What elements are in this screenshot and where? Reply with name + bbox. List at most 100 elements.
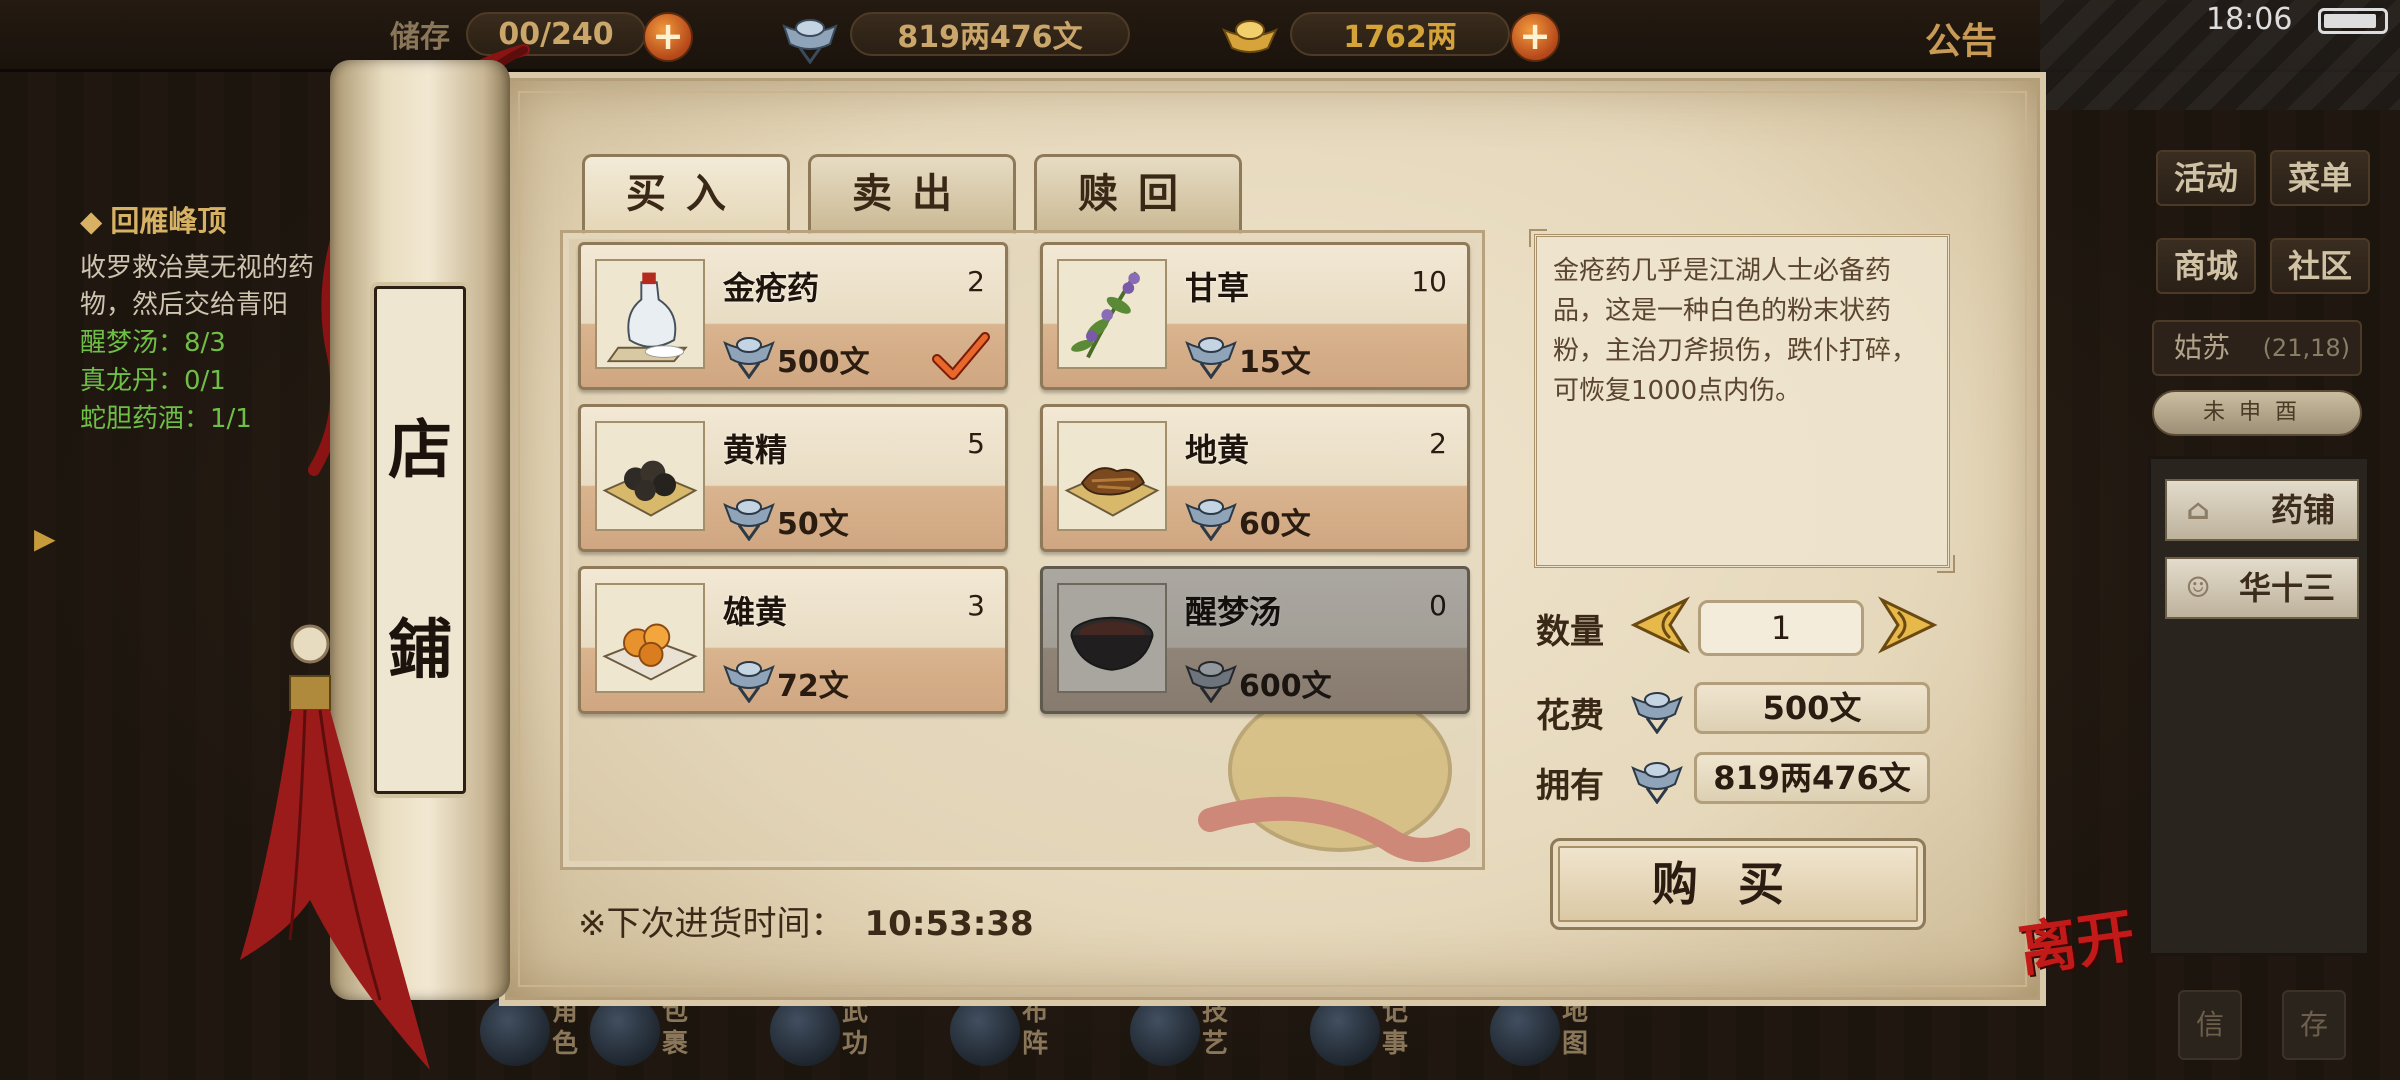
owned-label: 拥有 [1536, 766, 1604, 806]
item-count: 2 [967, 265, 985, 298]
mall-button[interactable]: 商城 [2156, 238, 2256, 294]
decrease-arrow-icon[interactable] [1626, 592, 1692, 658]
item-price: 600文 [1239, 669, 1332, 704]
community-button[interactable]: 社区 [2270, 238, 2370, 294]
item-name: 黄精 [723, 431, 788, 469]
nav-character[interactable]: 角色 [480, 992, 600, 1072]
nav-label: 布阵 [1022, 997, 1049, 1059]
cost-value: 500文 [1694, 682, 1930, 734]
silver-ingot-icon [723, 661, 775, 703]
shop-item[interactable]: 地黄 2 60文 [1040, 404, 1470, 552]
tassel-icon [240, 624, 430, 1070]
quantity-input[interactable]: 1 [1698, 600, 1864, 656]
buy-button[interactable]: 购买 [1550, 838, 1926, 930]
item-count: 0 [1429, 589, 1447, 622]
gold-ingot-icon [1222, 20, 1278, 53]
item-count: 5 [967, 427, 985, 460]
announcement-button[interactable]: 公告 [1925, 12, 1997, 64]
herb-icon [1057, 259, 1167, 369]
item-price: 500文 [777, 345, 870, 380]
checkmark-icon [932, 332, 990, 380]
gold-plus-button[interactable]: + [1510, 12, 1560, 62]
item-price: 50文 [777, 507, 849, 542]
npc-label: 药铺 [2270, 491, 2335, 529]
nav-formation[interactable]: 布阵 [950, 992, 1070, 1072]
shop-item[interactable]: 金疮药 2 500文 [578, 242, 1008, 390]
bottom-nav: 角色 包裹 武功 布阵 技艺 记事 地图 [480, 990, 1780, 1080]
owned-value: 819两476文 [1694, 752, 1930, 804]
silver-ingot-icon [1185, 499, 1237, 541]
leave-button[interactable]: 离开 [2013, 888, 2140, 987]
item-name: 金疮药 [723, 269, 820, 307]
skills-icon [1130, 996, 1200, 1066]
activity-button[interactable]: 活动 [2156, 150, 2256, 206]
mail-button[interactable]: 信 [2178, 990, 2242, 1060]
nav-martial-arts[interactable]: 武功 [770, 992, 890, 1072]
tab-redeem[interactable]: 赎回 [1034, 154, 1242, 234]
journal-icon [1310, 996, 1380, 1066]
silver-ingot-icon [1631, 692, 1683, 734]
person-icon: ☺ [2185, 571, 2211, 604]
tab-sell[interactable]: 卖出 [808, 154, 1016, 234]
medicine-bottle-icon [595, 259, 705, 369]
shop-item[interactable]: 黄精 5 50文 [578, 404, 1008, 552]
character-icon [480, 996, 550, 1066]
house-icon: ⌂ [2186, 493, 2210, 526]
nav-label: 包裹 [662, 997, 689, 1059]
time-compass: 未申酉 [2152, 390, 2362, 436]
item-description: 金疮药几乎是江湖人士必备药品，这是一种白色的粉末状药粉，主治刀斧损伤，跌仆打碎，… [1529, 229, 1955, 573]
expand-left-arrow-icon[interactable]: ▶ [34, 522, 56, 555]
quest-title: 回雁峰顶 [110, 204, 227, 238]
location-name: 姑苏 [2174, 331, 2231, 364]
nav-label: 地图 [1562, 997, 1589, 1059]
bag-plus-button[interactable]: + [643, 12, 693, 62]
diamond-icon: ◆ [80, 204, 103, 238]
location-display: 姑苏 (21,18) [2152, 320, 2362, 376]
shop-item[interactable]: 醒梦汤 0 600文 [1040, 566, 1470, 714]
formation-icon [950, 996, 1020, 1066]
npc-item-person[interactable]: ☺ 华十三 [2165, 557, 2359, 619]
nav-label: 武功 [842, 997, 869, 1059]
nav-journal[interactable]: 记事 [1310, 992, 1430, 1072]
npc-list-panel: ⌂ 药铺 ☺ 华十三 [2148, 456, 2370, 956]
npc-label: 华十三 [2238, 569, 2335, 607]
item-name: 地黄 [1185, 431, 1250, 469]
nav-label: 角色 [552, 997, 579, 1059]
item-price: 72文 [777, 669, 849, 704]
battery-icon [2318, 8, 2388, 34]
shop-title-top: 店 [388, 413, 452, 488]
item-count: 2 [1429, 427, 1447, 460]
item-count: 10 [1411, 265, 1447, 298]
restock-time: 10:53:38 [864, 904, 1034, 944]
tab-buy[interactable]: 买入 [582, 154, 790, 234]
gold-balance: 1762两 [1290, 12, 1510, 56]
item-name: 醒梦汤 [1185, 593, 1282, 631]
nav-label: 技艺 [1202, 997, 1229, 1059]
save-button[interactable]: 存 [2282, 990, 2346, 1060]
npc-item-shop[interactable]: ⌂ 药铺 [2165, 479, 2359, 541]
dihuang-icon [1057, 421, 1167, 531]
nav-skills[interactable]: 技艺 [1130, 992, 1250, 1072]
silver-ingot-icon [723, 337, 775, 379]
shop-item[interactable]: 雄黄 3 72文 [578, 566, 1008, 714]
nav-bag[interactable]: 包裹 [590, 992, 710, 1072]
nav-label: 记事 [1382, 997, 1409, 1059]
clock: 18:06 [2206, 2, 2293, 37]
menu-button[interactable]: 菜单 [2270, 150, 2370, 206]
martial-arts-icon [770, 996, 840, 1066]
shop-item[interactable]: 甘草 10 15文 [1040, 242, 1470, 390]
increase-arrow-icon[interactable] [1876, 592, 1942, 658]
item-price: 60文 [1239, 507, 1311, 542]
huangjing-icon [595, 421, 705, 531]
item-price: 15文 [1239, 345, 1311, 380]
soup-bowl-icon [1057, 583, 1167, 693]
nav-map[interactable]: 地图 [1490, 992, 1610, 1072]
cost-label: 花费 [1536, 696, 1604, 736]
silver-ingot-icon [723, 499, 775, 541]
silver-ingot-icon [782, 19, 838, 64]
silver-ingot-icon [1185, 661, 1237, 703]
silver-balance: 819两476文 [850, 12, 1130, 56]
silver-ingot-icon [1631, 762, 1683, 804]
map-icon [1490, 996, 1560, 1066]
item-count: 3 [967, 589, 985, 622]
